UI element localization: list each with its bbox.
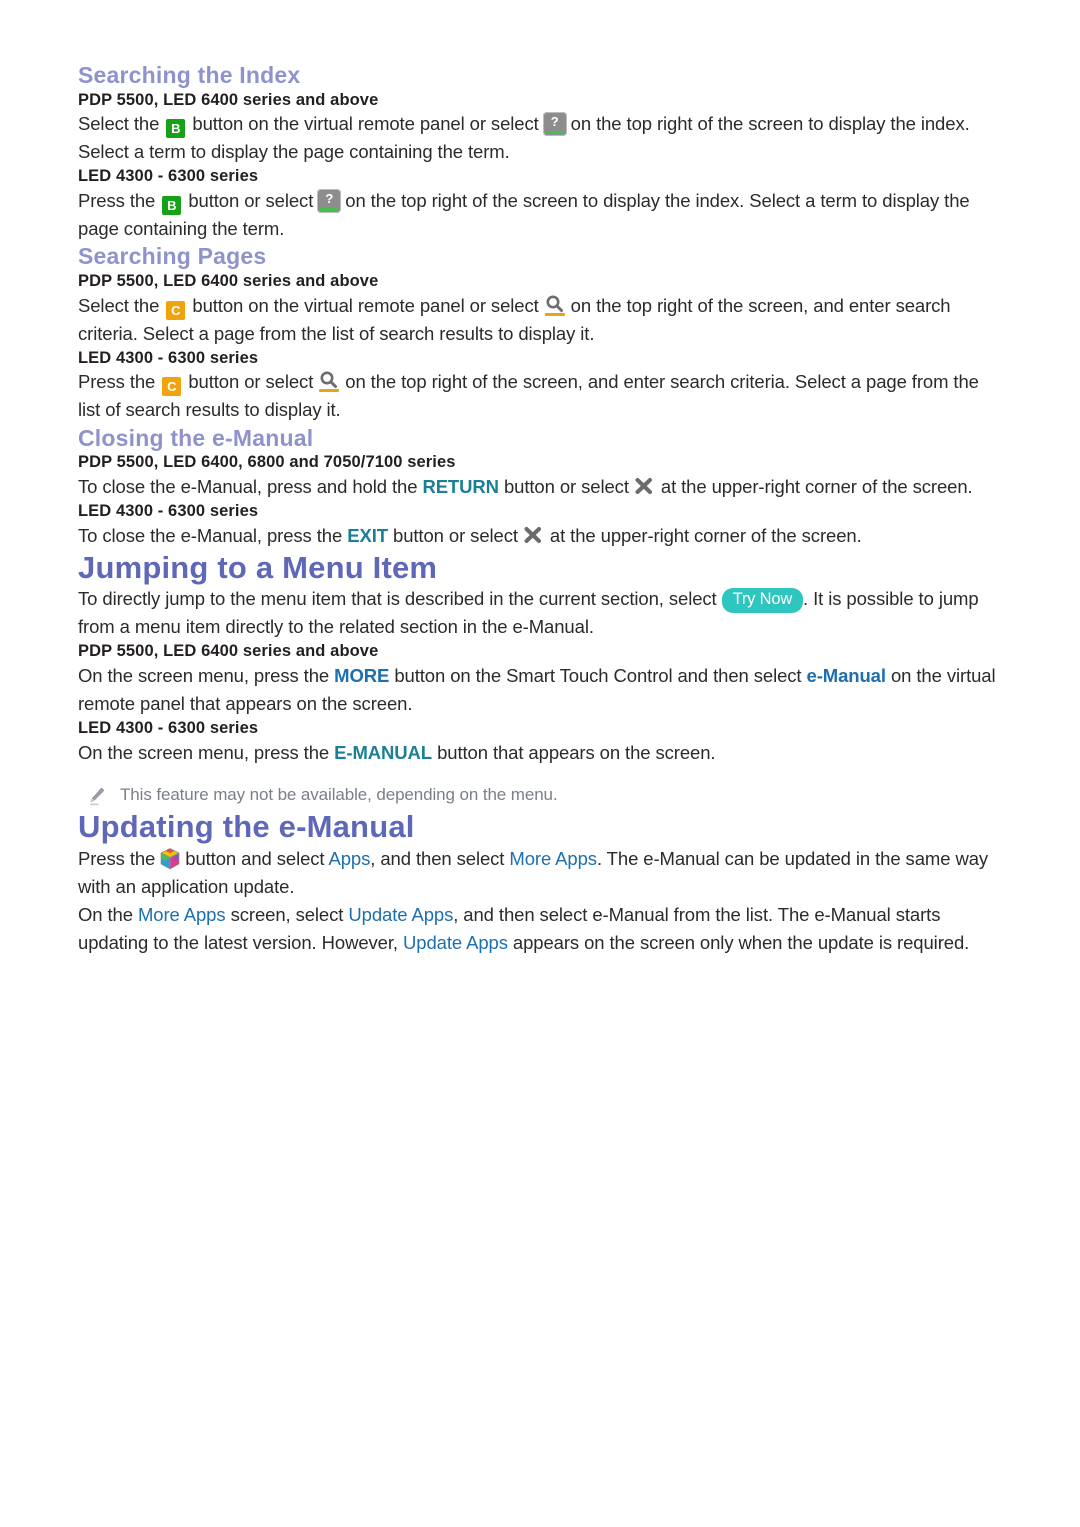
close-x-icon [522,525,546,547]
text-fragment: , and then select [370,847,505,869]
term-apps: Apps [328,847,371,869]
search-magnifier-icon [543,294,567,318]
text-fragment: Press the [78,190,156,212]
pencil-note-icon [86,785,108,809]
text-fragment: Select the [78,113,160,135]
text-fragment: screen, select [230,903,344,925]
key-c-icon: C [166,300,186,320]
text-fragment: at the upper-right corner of the screen. [660,475,973,497]
text-fragment: button or select [503,475,629,497]
text-fragment: button that appears on the screen. [437,741,716,763]
chapter-title-jumping-to-a-menu-item: Jumping to a Menu Item [78,549,438,585]
key-b-icon: B [166,119,186,139]
paragraph-updating-1: Press the button and select Apps, and th… [78,845,1002,901]
text-fragment: To directly jump to the menu item that i… [78,588,717,610]
index-question-icon: ? [542,112,567,137]
text-fragment: button and select [185,847,325,869]
text-fragment: button on the virtual remote panel or se… [192,294,539,316]
text-fragment: at the upper-right corner of the screen. [549,524,862,546]
page-content: Searching the Index PDP 5500, LED 6400 s… [0,0,1080,997]
text-fragment: Press the [78,371,156,393]
chapter-title-updating-the-emanual: Updating the e-Manual [78,809,415,845]
subhead-closing-led4300: LED 4300 - 6300 series [78,501,259,520]
note-row: This feature may not be available, depen… [78,783,1002,809]
section-title-searching-the-index: Searching the Index [78,62,301,88]
index-question-icon: ? [317,189,342,214]
text-fragment: appears on the screen only when the upda… [512,932,970,954]
manual-page: Searching the Index PDP 5500, LED 6400 s… [0,0,1080,1527]
text-fragment: On the screen menu, press the [78,665,330,687]
paragraph-pages-led4300: Press the C button or select on the top r… [78,368,1002,424]
term-more-apps: More Apps [509,847,597,869]
paragraph-updating-2: On the More Apps screen, select Update A… [78,901,1002,957]
text-fragment: button on the virtual remote panel or se… [192,113,539,135]
term-more: MORE [334,665,390,687]
subhead-index-pdp5500: PDP 5500, LED 6400 series and above [78,90,379,109]
text-fragment: On the screen menu, press the [78,741,330,763]
term-return: RETURN [422,475,499,497]
text-fragment: On the [78,903,133,925]
smart-hub-cube-icon [159,847,181,871]
term-update-apps: Update Apps [348,903,454,925]
section-title-closing-the-emanual: Closing the e-Manual [78,424,314,451]
subhead-pages-pdp5500: PDP 5500, LED 6400 series and above [78,271,379,290]
text-fragment: Select the [78,294,160,316]
subhead-closing-pdp5500: PDP 5500, LED 6400, 6800 and 7050/7100 s… [78,453,456,472]
text-fragment: To close the e-Manual, press the [78,524,343,546]
paragraph-jumping-pdp5500: On the screen menu, press the MORE butto… [78,662,1002,718]
text-fragment: button on the Smart Touch Control and th… [394,665,802,687]
text-fragment: button or select [188,371,314,393]
subhead-jumping-led4300: LED 4300 - 6300 series [78,719,259,738]
term-exit: EXIT [347,524,388,546]
term-emanual: e-Manual [806,665,886,687]
text-fragment: To close the e-Manual, press and hold th… [78,475,418,497]
paragraph-jumping-intro: To directly jump to the menu item that i… [78,585,1002,641]
text-fragment: Press the [78,847,156,869]
close-x-icon [633,476,657,498]
subhead-index-led4300: LED 4300 - 6300 series [78,167,259,186]
section-title-searching-pages: Searching Pages [78,243,267,270]
search-magnifier-icon [317,370,341,394]
term-update-apps: Update Apps [403,932,508,954]
term-more-apps: More Apps [137,903,226,925]
note-text: This feature may not be available, depen… [120,785,558,805]
paragraph-index-pdp5500: Select the B button on the virtual remot… [78,110,1002,166]
paragraph-closing-led4300: To close the e-Manual, press the EXIT bu… [78,522,1002,550]
paragraph-pages-pdp5500: Select the C button on the virtual remot… [78,292,1002,348]
subhead-pages-led4300: LED 4300 - 6300 series [78,348,259,367]
text-fragment: button or select [393,524,518,546]
paragraph-jumping-led4300: On the screen menu, press the E-MANUAL b… [78,739,1002,767]
paragraph-closing-pdp5500: To close the e-Manual, press and hold th… [78,473,1002,501]
try-now-badge[interactable]: Try Now [721,588,804,613]
key-b-icon: B [162,196,182,216]
paragraph-index-led4300: Press the B button or select? on the top … [78,187,1002,243]
term-e-manual-key: E-MANUAL [334,741,433,763]
text-fragment: button or select [188,190,314,212]
key-c-icon: C [162,377,182,397]
subhead-jumping-pdp5500: PDP 5500, LED 6400 series and above [78,642,379,661]
